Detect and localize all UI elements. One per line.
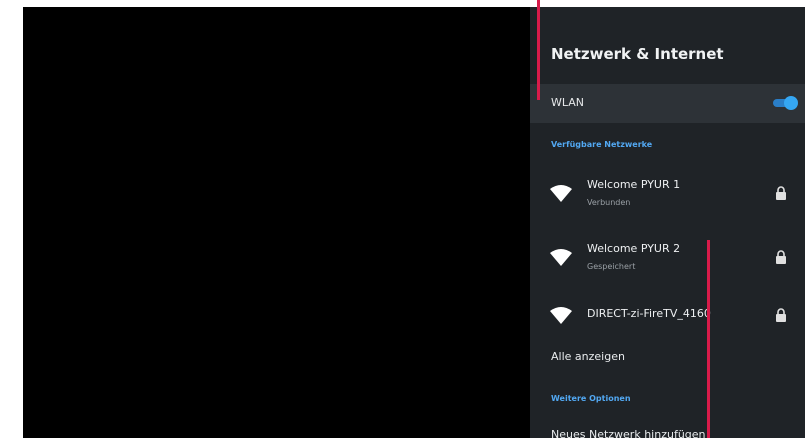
network-item-direct-firetv[interactable]: DIRECT-zi-FireTV_4160 [530,297,805,339]
wlan-label: WLAN [551,96,585,109]
lock-icon [776,308,786,322]
page-title: Netzwerk & Internet [551,45,724,63]
more-options-header: Weitere Optionen [551,394,631,403]
network-name: Welcome PYUR 2 [587,242,681,255]
tv-screen: Netzwerk & Internet WLAN Verfügbare Netz… [23,7,805,438]
available-networks-header: Verfügbare Netzwerke [551,140,653,149]
network-status: Gespeichert [587,262,636,271]
red-marker-line-bottom [707,240,710,438]
network-name: DIRECT-zi-FireTV_4160 [587,307,711,320]
network-status: Verbunden [587,198,631,207]
toggle-thumb [784,96,798,110]
show-all-link[interactable]: Alle anzeigen [551,350,625,363]
wifi-icon [550,185,572,202]
wlan-toggle-switch[interactable] [773,96,798,110]
lock-icon [776,250,786,264]
network-item-welcome-pyur-2[interactable]: Welcome PYUR 2 Gespeichert [530,236,805,278]
wifi-icon [550,249,572,266]
wifi-icon [550,307,572,324]
red-marker-line-top [537,0,540,100]
settings-panel: Netzwerk & Internet WLAN Verfügbare Netz… [530,7,805,438]
lock-icon [776,186,786,200]
network-item-welcome-pyur-1[interactable]: Welcome PYUR 1 Verbunden [530,172,805,214]
network-name: Welcome PYUR 1 [587,178,681,191]
add-network-item[interactable]: Neues Netzwerk hinzufügen [551,428,706,438]
wlan-toggle-row[interactable]: WLAN [530,84,805,123]
